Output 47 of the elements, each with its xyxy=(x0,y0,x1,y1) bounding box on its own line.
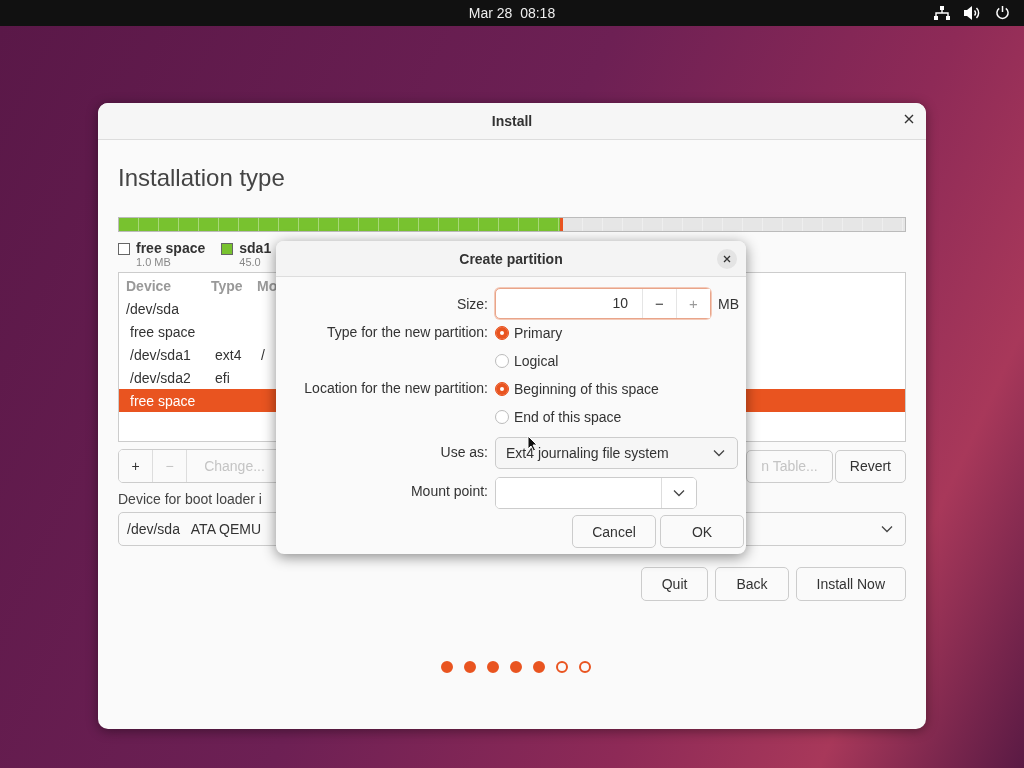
dialog-title: Create partition xyxy=(459,250,563,267)
field-label: Location for the new partition: xyxy=(303,379,488,396)
table-cell: /dev/sda2 xyxy=(130,369,191,386)
dialog-button[interactable]: Cancel xyxy=(572,515,656,548)
field-label: Size: xyxy=(455,295,488,312)
close-icon xyxy=(723,255,731,263)
nav-button[interactable]: Quit xyxy=(640,567,709,601)
radio-option[interactable]: Logical xyxy=(495,347,746,375)
legend-label: free space xyxy=(136,240,206,256)
nav-button[interactable]: Back xyxy=(715,567,789,601)
table-cell: / xyxy=(261,346,265,363)
size-field[interactable]: 10 − + xyxy=(495,288,711,319)
table-button[interactable]: Revert xyxy=(834,449,906,483)
radio-button[interactable] xyxy=(495,326,509,340)
chevron-down-icon xyxy=(713,449,725,457)
use-as-dropdown[interactable]: Ext4 journaling file system xyxy=(495,437,738,469)
radio-button[interactable] xyxy=(495,382,509,396)
table-cell: efi xyxy=(215,369,230,386)
radio-option[interactable]: Primary xyxy=(495,319,746,347)
radio-option[interactable]: End of this space xyxy=(495,403,746,431)
clock[interactable]: Mar 28 08:18 xyxy=(468,5,556,21)
field-label: Mount point: xyxy=(409,483,488,499)
nav-button[interactable]: Install Now xyxy=(795,567,906,601)
radio-button[interactable] xyxy=(495,354,509,368)
table-cell: free space xyxy=(130,392,196,409)
field-label: Type for the new partition: xyxy=(325,323,488,340)
table-cell: ext4 xyxy=(215,346,242,363)
close-button[interactable] xyxy=(717,249,737,269)
field-label: Use as: xyxy=(439,444,488,460)
legend-size: 1.0 MB xyxy=(136,256,172,268)
power-icon[interactable] xyxy=(995,5,1010,20)
page-heading: Installation type xyxy=(118,163,286,193)
chevron-down-icon xyxy=(881,525,893,533)
volume-icon[interactable] xyxy=(964,5,981,20)
radio-button[interactable] xyxy=(495,410,509,424)
boot-loader-label: Device for boot loader i xyxy=(118,491,262,507)
network-icon[interactable] xyxy=(934,5,950,20)
close-icon[interactable] xyxy=(904,114,914,124)
chevron-down-icon xyxy=(673,489,685,497)
table-cell: /dev/sda1 xyxy=(130,346,191,363)
unit-label: MB xyxy=(718,295,739,312)
window-title: Install xyxy=(491,113,533,129)
dialog-button[interactable]: OK xyxy=(660,515,744,548)
legend-size: 45.0 xyxy=(239,256,262,268)
radio-option[interactable]: Beginning of this space xyxy=(495,375,746,403)
legend-label: sda1 xyxy=(239,240,272,256)
partition-button[interactable]: + xyxy=(119,450,153,482)
